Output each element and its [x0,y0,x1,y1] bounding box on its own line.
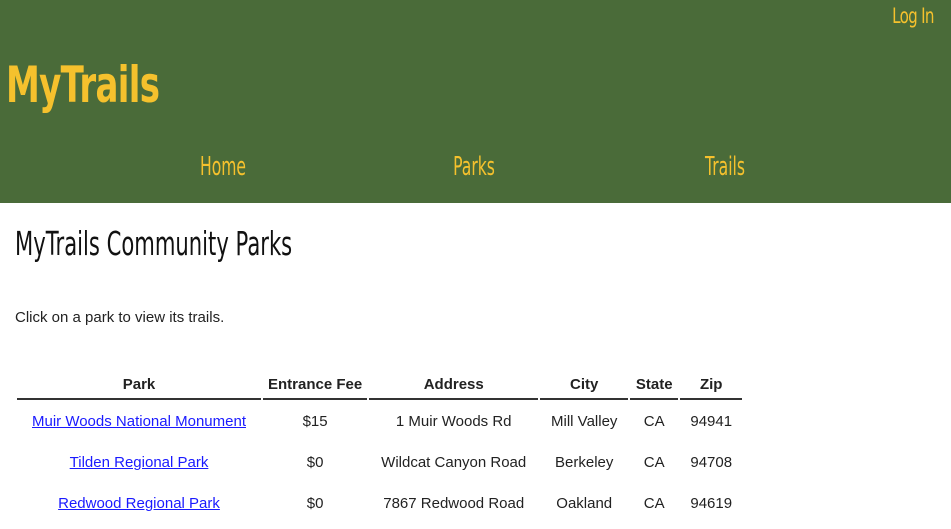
park-link[interactable]: Tilden Regional Park [70,454,209,471]
state-cell: CA [643,494,665,512]
column-header-state: State [630,372,679,400]
zip-cell: 94619 [690,494,733,512]
city-cell: Oakland [556,494,613,512]
park-cell: Tilden Regional Park [17,443,261,482]
table-row: Tilden Regional Park $0 Wildcat Canyon R… [17,443,742,482]
state-cell: CA [643,412,665,430]
table-row: Muir Woods National Monument $15 1 Muir … [17,402,742,441]
intro-text: Click on a park to view its trails. [15,309,225,326]
nav-home-link[interactable]: Home [199,152,247,182]
column-header-city: City [540,372,629,400]
address-cell: 1 Muir Woods Rd [395,412,512,430]
address-cell: 7867 Redwood Road [383,494,525,512]
city-cell: Berkeley [555,453,614,471]
nav-trails-link[interactable]: Trails [701,152,749,182]
city-cell: Mill Valley [551,412,618,430]
park-link[interactable]: Redwood Regional Park [58,495,220,512]
zip-cell: 94941 [690,412,733,430]
table-row: Redwood Regional Park $0 7867 Redwood Ro… [17,484,742,523]
nav-parks-link[interactable]: Parks [450,152,498,182]
park-cell: Muir Woods National Monument [17,402,261,441]
column-header-zip: Zip [680,372,743,400]
site-header: Log In MyTrails Home Parks Trails [0,0,951,203]
column-header-address: Address [369,372,539,400]
table-header-row: Park Entrance Fee Address City State Zip [17,372,743,400]
column-header-entrance-fee: Entrance Fee [263,372,368,400]
address-cell: Wildcat Canyon Road [381,453,527,471]
column-header-park: Park [17,372,261,400]
zip-cell: 94708 [690,453,733,471]
entrance-fee-cell: $15 [302,412,328,430]
site-logo[interactable]: MyTrails [6,56,160,114]
entrance-fee-cell: $0 [306,453,324,471]
parks-table: Park Entrance Fee Address City State Zip… [15,370,744,525]
entrance-fee-cell: $0 [306,494,324,512]
park-cell: Redwood Regional Park [17,484,261,523]
login-link[interactable]: Log In [892,4,934,28]
park-link[interactable]: Muir Woods National Monument [32,413,246,430]
page-title: MyTrails Community Parks [15,224,293,263]
state-cell: CA [643,453,665,471]
